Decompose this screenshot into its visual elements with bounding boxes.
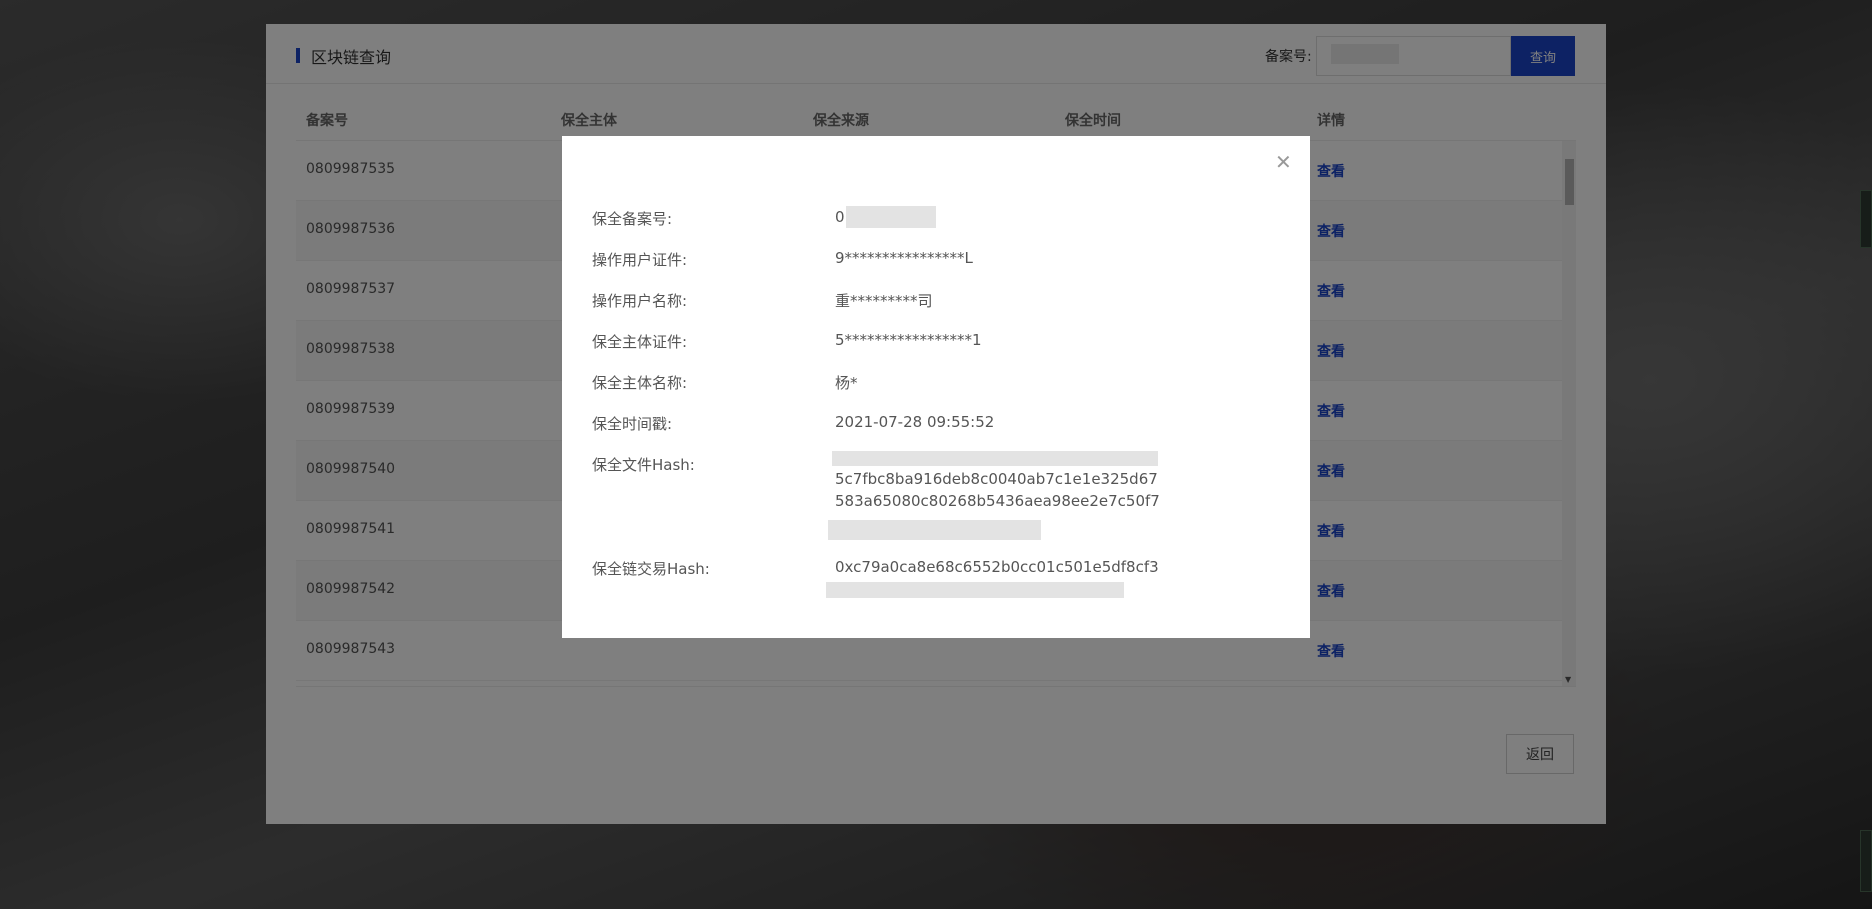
redaction-mask <box>846 206 936 228</box>
file-hash-line: 583a65080c80268b5436aea98ee2e7c50f7 <box>835 492 1160 510</box>
field-label: 保全文件Hash: <box>592 456 695 474</box>
field-label: 保全时间戳: <box>592 415 673 433</box>
field-label: 保全备案号: <box>592 210 673 228</box>
redaction-mask <box>828 520 1041 540</box>
field-value: 杨* <box>835 374 858 392</box>
field-value: 5*****************1 <box>835 331 982 349</box>
close-icon[interactable]: ✕ <box>1275 152 1292 172</box>
tx-hash-value: 0xc79a0ca8e68c6552b0cc01c501e5df8cf3 <box>835 558 1159 576</box>
redaction-mask <box>832 451 1158 466</box>
field-label: 操作用户名称: <box>592 292 688 310</box>
field-value: 9****************L <box>835 249 973 267</box>
detail-modal: ✕ 保全备案号: 0 操作用户证件: 9****************L 操作… <box>562 136 1310 638</box>
field-label: 保全主体名称: <box>592 374 688 392</box>
file-hash-value: 5c7fbc8ba916deb8c0040ab7c1e1e325d67 583a… <box>835 468 1160 512</box>
field-value: 重*********司 <box>835 292 933 310</box>
field-value: 2021-07-28 09:55:52 <box>835 413 995 431</box>
redaction-mask <box>826 582 1124 598</box>
field-label: 保全主体证件: <box>592 333 688 351</box>
field-label: 操作用户证件: <box>592 251 688 269</box>
file-hash-line: 5c7fbc8ba916deb8c0040ab7c1e1e325d67 <box>835 470 1158 488</box>
field-label: 保全链交易Hash: <box>592 560 710 578</box>
field-value: 0 <box>835 208 845 226</box>
